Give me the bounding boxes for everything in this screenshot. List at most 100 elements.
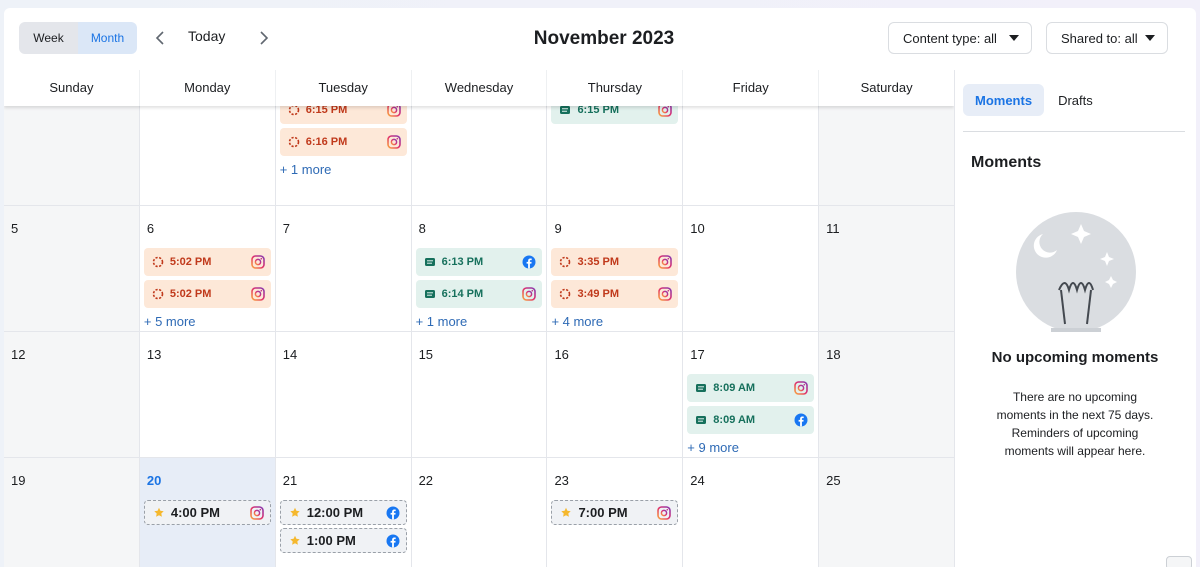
calendar-day-cell[interactable]: 9 3:35 PM 3:49 PM + 4 more xyxy=(547,206,684,332)
calendar-day-cell[interactable]: 6 5:02 PM 5:02 PM + 5 more xyxy=(139,206,276,332)
calendar-day-cell[interactable]: 7 xyxy=(275,206,412,332)
day-number: 23 xyxy=(554,473,569,488)
view-toggle: Week Month xyxy=(19,22,137,54)
day-events: 7:00 PM xyxy=(551,500,679,528)
scheduled-post-icon xyxy=(424,288,436,300)
draft-post-chip[interactable]: 3:49 PM xyxy=(551,280,679,308)
moment-star-icon xyxy=(289,507,301,519)
scheduled-post-icon xyxy=(695,382,707,394)
tab-moments[interactable]: Moments xyxy=(963,84,1045,116)
moment-chip[interactable]: 1:00 PM xyxy=(279,528,407,553)
calendar-day-cell[interactable]: 15 xyxy=(411,332,548,458)
moment-chip[interactable]: 4:00 PM xyxy=(143,500,271,525)
calendar-day-cell[interactable]: 23 7:00 PM xyxy=(547,458,684,567)
calendar-day-cell[interactable]: 10 xyxy=(683,206,820,332)
calendar-day-cell[interactable]: 8 6:13 PM 6:14 PM + 1 more xyxy=(411,206,548,332)
more-posts-link[interactable]: + 9 more xyxy=(687,440,739,455)
facebook-icon xyxy=(522,255,536,269)
sidebar-heading: Moments xyxy=(971,154,1042,171)
more-posts-link[interactable]: + 4 more xyxy=(551,314,603,329)
content-type-filter[interactable]: Content type: all xyxy=(888,22,1032,54)
planner-app: Week Month Today November 2023 Content t… xyxy=(4,8,1196,567)
weekday-label: Wednesday xyxy=(412,70,548,106)
moments-sidebar: Moments Drafts Moments No upcoming momen… xyxy=(954,70,1196,567)
more-posts-link[interactable]: + 1 more xyxy=(416,314,468,329)
calendar-day-cell[interactable]: 14 xyxy=(275,332,412,458)
day-number: 7 xyxy=(282,221,290,236)
scheduled-post-chip[interactable]: 8:09 AM xyxy=(687,374,815,402)
instagram-icon xyxy=(249,505,264,520)
tab-drafts[interactable]: Drafts xyxy=(1046,84,1105,116)
day-number: 19 xyxy=(11,473,26,488)
chevron-left-icon xyxy=(155,31,164,45)
previous-month-button[interactable] xyxy=(150,26,170,50)
event-time: 6:16 PM xyxy=(305,136,348,148)
calendar-day-cell[interactable]: 16 xyxy=(547,332,684,458)
calendar-day-cell[interactable]: 17 8:09 AM 8:09 AM + 9 more xyxy=(683,332,820,458)
draft-status-icon xyxy=(559,256,571,268)
day-number: 22 xyxy=(418,473,434,488)
scheduled-post-chip[interactable]: 6:14 PM xyxy=(415,280,543,308)
day-events: 6:15 PM 6:16 PM + 1 more xyxy=(279,96,407,179)
weekday-label: Monday xyxy=(140,70,276,106)
scheduled-post-chip[interactable]: 8:09 AM xyxy=(687,406,815,434)
sidebar-tabs: Moments Drafts xyxy=(963,84,1105,116)
calendar-day-cell[interactable]: 12 xyxy=(4,332,140,458)
day-number: 13 xyxy=(146,347,162,362)
day-events: 6:13 PM 6:14 PM + 1 more xyxy=(415,248,543,331)
day-number: 10 xyxy=(690,221,705,236)
week-view-button[interactable]: Week xyxy=(19,22,78,54)
day-number: 14 xyxy=(282,347,298,362)
day-number: 5 xyxy=(11,221,19,236)
day-events: 3:35 PM 3:49 PM + 4 more xyxy=(551,248,679,331)
calendar-day-cell[interactable]: 18 xyxy=(819,332,954,458)
next-month-button[interactable] xyxy=(254,26,274,50)
draft-post-chip[interactable]: 5:02 PM xyxy=(143,280,271,308)
moment-star-icon xyxy=(560,507,572,519)
draft-status-icon xyxy=(288,136,300,148)
day-events: 12:00 PM 1:00 PM xyxy=(279,500,407,556)
empty-state-title: No upcoming moments xyxy=(991,349,1159,366)
draft-post-chip[interactable]: 6:16 PM xyxy=(279,128,407,156)
day-number: 11 xyxy=(826,221,840,236)
draft-post-chip[interactable]: 5:02 PM xyxy=(143,248,271,276)
event-time: 5:02 PM xyxy=(169,256,212,268)
day-number: 6 xyxy=(146,221,155,236)
day-number: 17 xyxy=(690,347,705,362)
calendar-day-cell[interactable]: 21 12:00 PM 1:00 PM xyxy=(275,458,412,567)
draft-post-chip[interactable]: 3:35 PM xyxy=(551,248,679,276)
calendar-day-cell-today[interactable]: 20 4:00 PM xyxy=(139,458,276,567)
chevron-right-icon xyxy=(260,31,269,45)
calendar-day-cell[interactable]: 11 xyxy=(819,206,954,332)
empty-state-text: There are no upcoming moments in the nex… xyxy=(996,390,1154,458)
event-time: 5:02 PM xyxy=(169,288,212,300)
calendar-day-cell[interactable]: 25 xyxy=(819,458,954,567)
instagram-icon xyxy=(386,135,401,149)
moment-chip[interactable]: 7:00 PM xyxy=(551,500,679,525)
month-view-button[interactable]: Month xyxy=(78,22,137,54)
event-time: 8:09 AM xyxy=(713,414,756,426)
calendar-day-cell[interactable]: 13 xyxy=(139,332,276,458)
more-posts-link[interactable]: + 5 more xyxy=(144,314,196,329)
today-button[interactable]: Today xyxy=(188,28,225,44)
moment-chip[interactable]: 12:00 PM xyxy=(279,500,407,525)
scheduled-post-chip[interactable]: 6:13 PM xyxy=(415,248,543,276)
day-number: 8 xyxy=(418,221,426,236)
help-button[interactable] xyxy=(1166,556,1192,567)
calendar-day-cell[interactable]: 24 xyxy=(683,458,820,567)
calendar-week-row: 5 6 5:02 PM 5:02 PM + 5 more 7 8 6:13 PM 6:14 PM… xyxy=(4,206,954,332)
moment-star-icon xyxy=(153,507,165,519)
calendar-day-cell[interactable]: 22 xyxy=(411,458,548,567)
more-posts-link[interactable]: + 1 more xyxy=(280,162,332,177)
scheduled-post-icon xyxy=(424,256,436,268)
event-time: 4:00 PM xyxy=(170,505,220,520)
caret-down-icon xyxy=(1009,35,1019,41)
calendar-day-cell[interactable]: 19 xyxy=(4,458,140,567)
weekday-label: Thursday xyxy=(547,70,684,106)
calendar-day-cell[interactable]: 5 xyxy=(4,206,140,332)
event-time: 12:00 PM xyxy=(306,505,364,520)
event-time: 3:49 PM xyxy=(577,288,620,300)
weekday-header: Sunday Monday Tuesday Wednesday Thursday… xyxy=(4,70,954,106)
shared-to-filter[interactable]: Shared to: all xyxy=(1046,22,1168,54)
day-number: 25 xyxy=(826,473,841,488)
